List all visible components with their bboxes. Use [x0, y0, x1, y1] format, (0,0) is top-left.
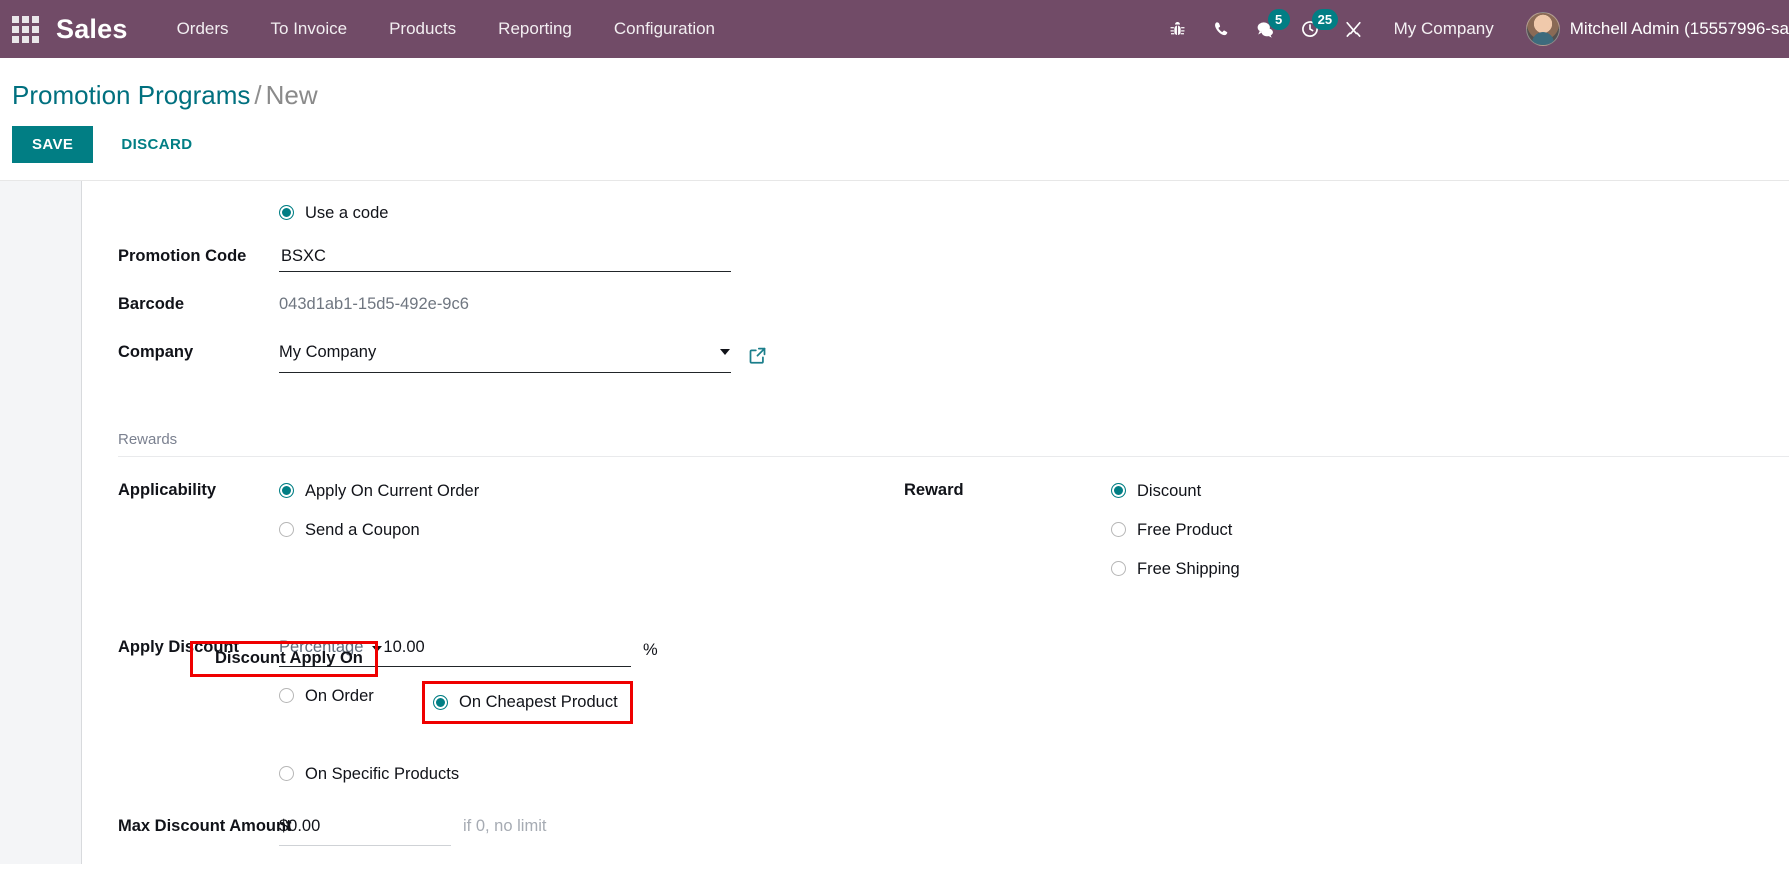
rewards-section-title: Rewards	[118, 431, 178, 448]
messages-icon[interactable]: 5	[1244, 0, 1290, 58]
breadcrumb-separator: /	[254, 80, 262, 110]
applicability-options: Apply On Current Order Send a Coupon	[279, 471, 904, 588]
row-code-mode: Use a code	[82, 193, 1789, 235]
row-barcode: Barcode 043d1ab1-15d5-492e-9c6	[82, 289, 1789, 331]
barcode-value-cell: 043d1ab1-15d5-492e-9c6	[279, 289, 1789, 319]
reward-option-label: Free Product	[1137, 520, 1233, 539]
phone-icon[interactable]	[1200, 0, 1244, 58]
row-promotion-code: Promotion Code	[82, 241, 1789, 283]
radio-indicator-icon	[1111, 522, 1126, 537]
reward-option-free-shipping[interactable]: Free Shipping	[1111, 549, 1240, 588]
radio-indicator-icon	[279, 688, 294, 703]
reward-option-free-product[interactable]: Free Product	[1111, 510, 1232, 549]
discount-apply-on-option-on-specific-products[interactable]: On Specific Products	[279, 754, 459, 793]
barcode-value: 043d1ab1-15d5-492e-9c6	[279, 295, 469, 313]
top-navbar: Sales Orders To Invoice Products Reporti…	[0, 0, 1789, 58]
barcode-label: Barcode	[118, 295, 185, 313]
tools-wrench-icon[interactable]	[1332, 0, 1376, 58]
highlight-box-discount-apply-on: Discount Apply On	[190, 641, 378, 677]
max-discount-amount-value-cell: $0.00 if 0, no limit	[279, 811, 1789, 846]
applicability-option-send-a-coupon[interactable]: Send a Coupon	[279, 510, 420, 549]
apply-discount-value-cell: Percentage 10.00 %	[279, 632, 1789, 667]
record-action-buttons: SAVE DISCARD	[0, 112, 1789, 180]
reward-option-label: Discount	[1137, 481, 1202, 500]
reward-options: Discount Free Product Free Shipping	[1111, 471, 1789, 588]
rewards-section-divider	[118, 456, 1789, 457]
radio-indicator-icon	[1111, 483, 1126, 498]
promotion-code-label: Promotion Code	[118, 247, 247, 265]
applicability-option-label: Apply On Current Order	[305, 481, 480, 500]
promotion-code-value-cell	[279, 241, 1789, 272]
user-name-label: Mitchell Admin (15557996-sa	[1569, 19, 1789, 38]
avatar	[1525, 12, 1560, 46]
form-sheet: Use a code Promotion Code Barcode 043d1a…	[82, 181, 1789, 864]
promotion-code-input[interactable]	[279, 245, 731, 272]
applicability-option-label: Send a Coupon	[305, 520, 420, 539]
max-discount-amount-input[interactable]: $0.00	[279, 811, 451, 846]
control-panel: Promotion Programs / New SAVE DISCARD	[0, 58, 1789, 181]
app-brand-sales[interactable]: Sales	[56, 0, 128, 58]
use-a-code-radio[interactable]: Use a code	[279, 193, 388, 232]
rewards-section-header: Rewards	[82, 431, 1789, 457]
row-company: Company My Company	[82, 337, 1789, 379]
applicability-group: Applicability Apply On Current Order Sen…	[82, 471, 904, 588]
reward-option-label: Free Shipping	[1137, 559, 1240, 578]
breadcrumb-promotion-programs[interactable]: Promotion Programs	[12, 80, 250, 110]
discount-percent-suffix: %	[643, 640, 658, 659]
save-button[interactable]: SAVE	[12, 126, 94, 163]
discount-apply-on-option-on-order[interactable]: On Order	[279, 676, 374, 715]
menu-item-configuration[interactable]: Configuration	[593, 0, 736, 58]
radio-indicator-icon	[279, 483, 294, 498]
on-cheapest-product-radio[interactable]: On Cheapest Product	[433, 687, 618, 717]
company-label: Company	[118, 343, 194, 361]
applicability-label: Applicability	[118, 481, 217, 499]
left-gutter	[0, 181, 82, 864]
radio-indicator-icon	[1111, 561, 1126, 576]
radio-indicator-icon	[433, 694, 448, 710]
radio-indicator-icon	[279, 205, 294, 220]
applicability-option-apply-on-current-order[interactable]: Apply On Current Order	[279, 471, 479, 510]
bug-icon[interactable]	[1156, 0, 1200, 58]
max-discount-amount-label: Max Discount Amount	[118, 817, 292, 835]
discount-apply-on-option-label: On Order	[305, 686, 374, 705]
row-discount-apply-on: Discount Apply On On Order On Cheapest P…	[82, 676, 1789, 793]
use-a-code-label: Use a code	[305, 203, 389, 222]
radio-indicator-icon	[279, 766, 294, 781]
company-select[interactable]: My Company	[279, 337, 731, 373]
highlight-box-on-cheapest-product: On Cheapest Product	[422, 681, 633, 724]
discount-amount-input[interactable]: 10.00	[383, 632, 424, 662]
messages-badge-count: 5	[1267, 9, 1290, 30]
reward-group: Reward Discount Free Product Free Shippi…	[904, 471, 1789, 588]
row-max-discount-amount: Max Discount Amount $0.00 if 0, no limit	[82, 811, 1789, 853]
chevron-down-icon[interactable]	[720, 349, 730, 355]
code-mode-options: Use a code	[279, 193, 1789, 232]
discard-button[interactable]: DISCARD	[101, 126, 212, 163]
user-menu[interactable]: Mitchell Admin (15557996-sa	[1512, 12, 1789, 46]
navbar-company[interactable]: My Company	[1376, 0, 1512, 58]
company-value: My Company	[279, 343, 377, 361]
menu-item-to-invoice[interactable]: To Invoice	[250, 0, 369, 58]
row-applicability-reward: Applicability Apply On Current Order Sen…	[82, 471, 1789, 588]
on-cheapest-product-label: On Cheapest Product	[459, 692, 618, 711]
reward-label: Reward	[904, 481, 964, 499]
breadcrumb: Promotion Programs / New	[0, 78, 1789, 112]
navbar-systray: 5 25 My Company Mitchell Admin (15557996…	[1156, 0, 1789, 58]
discount-apply-on-label-highlighted: Discount Apply On	[215, 649, 363, 667]
menu-item-products[interactable]: Products	[368, 0, 477, 58]
activities-clock-icon[interactable]: 25	[1288, 0, 1339, 58]
max-discount-amount-hint: if 0, no limit	[463, 817, 547, 835]
main-menu: Orders To Invoice Products Reporting Con…	[156, 0, 736, 58]
apps-grid-icon[interactable]	[10, 0, 40, 58]
menu-item-orders[interactable]: Orders	[156, 0, 250, 58]
breadcrumb-current: New	[265, 80, 318, 110]
radio-indicator-icon	[279, 522, 294, 537]
reward-option-discount[interactable]: Discount	[1111, 471, 1201, 510]
external-link-icon[interactable]	[747, 345, 768, 366]
menu-item-reporting[interactable]: Reporting	[477, 0, 593, 58]
company-value-cell: My Company	[279, 337, 1789, 373]
discount-apply-on-option-label: On Specific Products	[305, 764, 460, 783]
content-area: Use a code Promotion Code Barcode 043d1a…	[0, 181, 1789, 864]
